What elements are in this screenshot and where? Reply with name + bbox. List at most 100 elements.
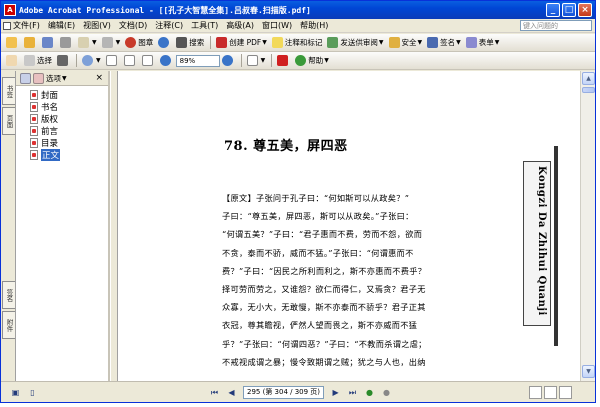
text-line: 择可劳而劳之，又谁怨？欲仁而得仁，又焉贪？君子无 [222,284,426,295]
forms-icon [465,37,477,48]
tab-attachments[interactable]: 附件 [2,311,15,339]
bookmark-page-icon [30,126,38,136]
secondary-toolbar: 选择 ▼ 89% ▼ 帮助 ▼ [1,52,595,70]
navigation-tabs: 书签 页面 签名 附件 [1,71,16,381]
title-bar[interactable]: A Adobe Acrobat Professional - [[孔子大智慧全集… [1,1,595,19]
view-mode-buttons [529,386,574,399]
select-tool-button[interactable]: 选择 [22,53,54,68]
bookmark-item[interactable]: 版权 [30,113,108,125]
tab-pages[interactable]: 页面 [2,107,15,135]
help-search-input[interactable]: 键入问题的 [520,20,592,31]
menu-file[interactable]: 文件(F) [3,20,40,31]
print-icon [60,37,71,48]
bookmark-tools-icon[interactable] [20,72,31,84]
comment-icon [271,37,283,48]
help-button[interactable]: 帮助 ▼ [293,53,331,68]
bookmark-item[interactable]: 书名 [30,101,108,113]
tab-bookmarks[interactable]: 书签 [2,77,15,105]
menu-tools[interactable]: 工具(T) [191,20,218,31]
email-button[interactable]: ▼ [76,35,99,50]
menu-advanced[interactable]: 高级(A) [226,20,254,31]
hand-icon [6,55,17,66]
print-button[interactable] [58,35,75,50]
attach-button[interactable]: ▼ [100,35,123,50]
zoom-in-button[interactable] [220,53,237,68]
stamp-button[interactable]: 图章 [123,35,155,50]
minus-icon [159,55,171,66]
options-menu[interactable]: 选项 [46,73,61,84]
stamp-icon [125,37,137,48]
bookmark-page-icon [30,150,38,160]
send-icon [327,37,339,48]
panel-close-button[interactable]: × [95,73,103,83]
open-button[interactable] [4,35,21,50]
panel-splitter[interactable] [110,71,118,381]
lock-icon [388,37,400,48]
sign-button[interactable]: 签名 ▼ [425,35,463,50]
create-pdf-button[interactable]: 创建 PDF ▼ [214,35,269,50]
send-review-button[interactable]: 发送供审阅 ▼ [325,35,385,50]
maximize-button[interactable]: □ [562,3,576,17]
menu-view[interactable]: 视图(V) [83,20,111,31]
comment-markup-button[interactable]: 注释和标记 [270,35,325,50]
bookmark-item-selected[interactable]: 正文 [30,149,108,161]
text-line: 费？”子曰：“因民之所利而利之，斯不亦惠而不费乎？ [222,265,427,276]
scroll-up-button[interactable]: ▲ [582,72,595,85]
previous-page-button[interactable]: ◀ [225,386,238,399]
menu-comments[interactable]: 注释(C) [155,20,183,31]
scroll-down-button[interactable]: ▼ [582,365,595,378]
bookmark-item[interactable]: 目录 [30,137,108,149]
previous-view-button[interactable]: ● [363,386,376,399]
zoom-out-button[interactable] [158,53,175,68]
facing-view-button[interactable] [559,386,572,399]
next-view-button[interactable]: ● [380,386,393,399]
single-page-view-button[interactable] [529,386,542,399]
zoom-tool-button[interactable]: ▼ [80,53,103,68]
menu-help[interactable]: 帮助(H) [300,20,328,31]
search-button[interactable]: 搜索 [174,35,206,50]
menu-window[interactable]: 窗口(W) [262,20,292,31]
bookmark-item[interactable]: 封面 [30,89,108,101]
vertical-scrollbar[interactable]: ▲ ▼ [580,71,595,381]
next-page-button[interactable]: ▶ [329,386,342,399]
save-button[interactable] [40,35,57,50]
bookmark-item[interactable]: 前言 [30,125,108,137]
text-line: 子曰：“尊五美，屏四恶，斯可以从政矣。”子张曰： [222,211,414,222]
hand-tool-button[interactable] [4,53,21,68]
last-page-button[interactable]: ⏭ [346,386,359,399]
snapshot-button[interactable] [55,53,72,68]
fit-width-button[interactable] [140,53,157,68]
first-page-button[interactable]: ⏮ [208,386,221,399]
layout-icon[interactable]: ▣ [9,386,22,399]
text-line: 众寡，无小大，无敢慢，斯不亦泰而不骄乎？君子正其 [222,302,426,313]
page-layout-icon[interactable]: ▯ [26,386,39,399]
bookmark-page-icon [30,90,38,100]
bookmarks-panel: 选项 ▼ × 封面 书名 版权 前言 目录 正文 [16,71,110,381]
minimize-button[interactable]: _ [546,3,560,17]
adobe-online-button[interactable] [275,53,292,68]
tab-signatures[interactable]: 签名 [2,281,15,309]
fit-page-button[interactable] [122,53,139,68]
actual-size-button[interactable] [104,53,121,68]
document-view[interactable]: 78. 尊五美，屏四恶 【原文】子张问于孔子曰：“何如斯可以从政矣？” 子曰：“… [118,71,580,381]
scroll-thumb[interactable] [582,87,595,93]
zoom-field[interactable]: 89% [175,54,220,67]
menu-document[interactable]: 文档(D) [119,20,147,31]
rotate-icon [246,55,258,66]
forms-button[interactable]: 表单 ▼ [464,35,502,50]
text-line: “何谓五美？”子曰：“君子惠而不费，劳而不怨，欲而 [222,229,423,240]
rotate-button[interactable]: ▼ [245,53,268,68]
text-line: 不贪，泰而不骄，威而不猛。”子张曰：“何谓惠而不 [222,247,414,258]
continuous-view-button[interactable] [544,386,557,399]
delete-icon[interactable] [33,72,44,84]
close-button[interactable]: × [578,3,592,17]
page-side-rule [554,146,558,346]
organizer-button[interactable] [22,35,39,50]
acrobat-window: A Adobe Acrobat Professional - [[孔子大智慧全集… [0,0,596,403]
menu-edit[interactable]: 编辑(E) [48,20,75,31]
menu-bar: 文件(F) 编辑(E) 视图(V) 文档(D) 注释(C) 工具(T) 高级(A… [1,19,595,33]
page-number-field[interactable]: 295 (第 304 / 309 页) [243,386,325,399]
plus-icon [221,55,233,66]
globe-button[interactable] [156,35,173,50]
secure-button[interactable]: 安全 ▼ [387,35,425,50]
